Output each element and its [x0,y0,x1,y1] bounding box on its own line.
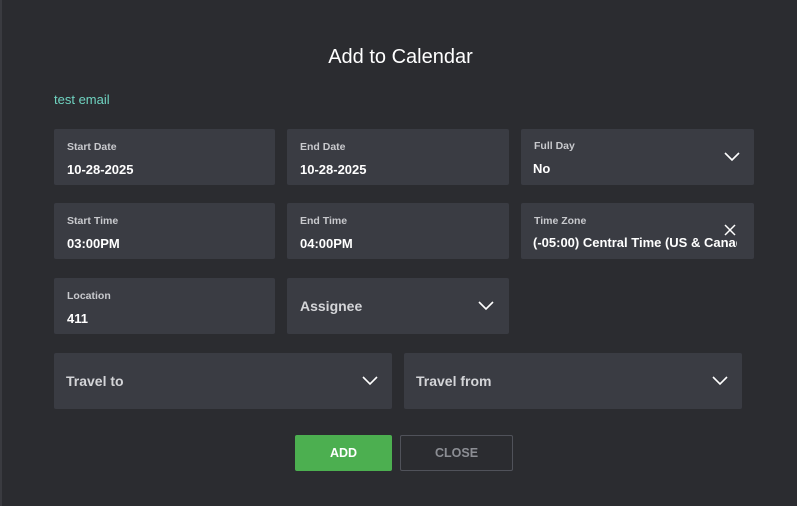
travel-from-select[interactable]: Travel from [404,353,742,409]
chevron-down-icon [478,301,494,311]
end-time-value: 04:00PM [300,236,353,251]
full-day-value: No [533,161,551,176]
start-date-value: 10-28-2025 [67,162,134,177]
location-label: Location [67,290,111,302]
chevron-down-icon [724,152,740,162]
start-time-label: Start Time [67,215,119,227]
end-time-label: End Time [300,215,348,227]
location-value: 411 [67,311,88,326]
full-day-select[interactable]: Full Day No [521,129,754,185]
end-date-label: End Date [300,141,346,153]
travel-from-placeholder: Travel from [416,373,492,389]
start-date-label: Start Date [67,141,117,153]
add-to-calendar-dialog: Add to Calendar test email Start Date 10… [0,0,797,506]
travel-to-placeholder: Travel to [66,373,124,389]
time-zone-label: Time Zone [534,215,587,227]
end-date-value: 10-28-2025 [300,162,367,177]
start-time-value: 03:00PM [67,236,120,251]
chevron-down-icon [712,376,728,386]
time-zone-select[interactable]: Time Zone (-05:00) Central Time (US & Ca… [521,203,754,259]
assignee-select[interactable]: Assignee [287,278,509,334]
close-icon[interactable] [724,224,736,236]
email-subject-link[interactable]: test email [54,92,110,107]
location-field[interactable]: Location 411 [54,278,275,334]
start-time-field[interactable]: Start Time 03:00PM [54,203,275,259]
travel-to-select[interactable]: Travel to [54,353,392,409]
end-time-field[interactable]: End Time 04:00PM [287,203,509,259]
chevron-down-icon [362,376,378,386]
start-date-field[interactable]: Start Date 10-28-2025 [54,129,275,185]
end-date-field[interactable]: End Date 10-28-2025 [287,129,509,185]
time-zone-value: (-05:00) Central Time (US & Canada) [533,235,737,250]
dialog-title: Add to Calendar [328,46,473,68]
close-button[interactable]: CLOSE [400,435,513,471]
full-day-label: Full Day [534,140,575,152]
add-button[interactable]: ADD [295,435,392,471]
assignee-placeholder: Assignee [300,298,363,314]
